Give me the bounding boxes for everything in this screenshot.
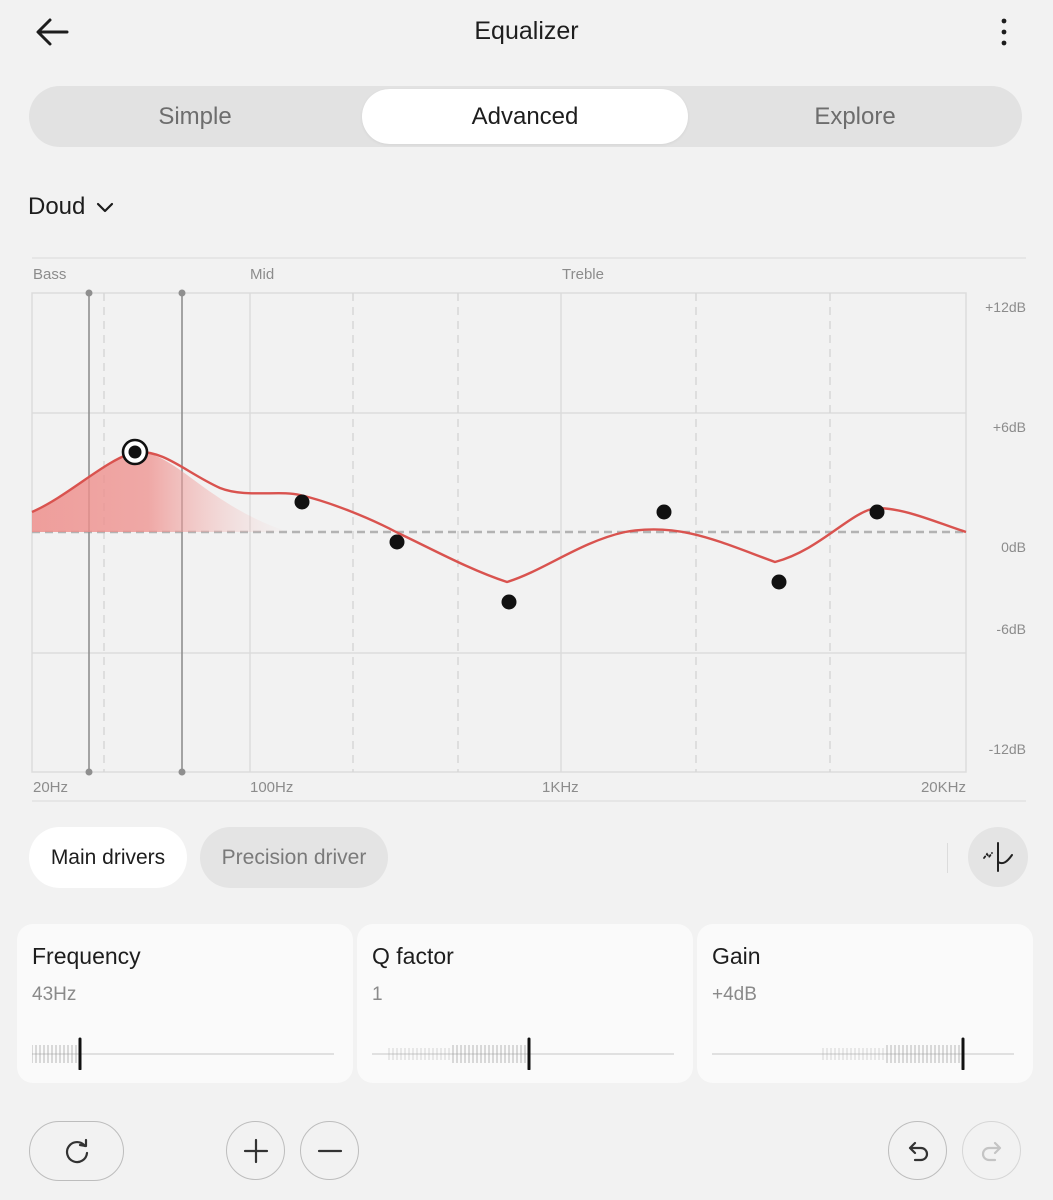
db-label-plus6: +6dB: [993, 419, 1026, 435]
eq-graph-canvas[interactable]: Bass Mid Treble +12dB +6dB 0dB -6dB -12d…: [0, 250, 1053, 810]
eq-point[interactable]: [501, 594, 517, 610]
q-factor-label: Q factor: [372, 943, 454, 969]
frequency-value: 43Hz: [32, 984, 77, 1005]
plus-icon: [243, 1138, 268, 1163]
tab-advanced[interactable]: Advanced: [362, 89, 688, 144]
eq-point[interactable]: [294, 494, 310, 510]
selected-band-fill: [32, 451, 290, 532]
reset-button[interactable]: [29, 1121, 124, 1181]
precision-driver-button[interactable]: Precision driver: [200, 827, 388, 888]
gain-slider[interactable]: [712, 1036, 1014, 1070]
bandwidth-handle-left-top[interactable]: [85, 289, 93, 297]
preset-dropdown[interactable]: Doud: [28, 190, 115, 224]
eq-point[interactable]: [389, 534, 405, 550]
freq-label-1khz: 1KHz: [542, 779, 579, 796]
redo-icon: [981, 1141, 1001, 1161]
more-vertical-icon: [1001, 18, 1007, 46]
mode-tabs: Simple Advanced Explore: [29, 86, 1022, 147]
main-drivers-button[interactable]: Main drivers: [29, 827, 187, 888]
gain-card: Gain +4dB: [697, 924, 1033, 1083]
page-title: Equalizer: [474, 17, 579, 45]
add-point-button[interactable]: [226, 1121, 285, 1180]
band-label-bass: Bass: [33, 266, 66, 283]
top-bar: Equalizer: [0, 0, 1053, 64]
arrow-left-icon: [36, 18, 69, 46]
eq-point-selected[interactable]: [121, 438, 149, 466]
bandwidth-handle-right-bottom[interactable]: [178, 768, 186, 776]
back-button[interactable]: [28, 12, 76, 52]
divider: [947, 843, 948, 873]
band-label-treble: Treble: [562, 266, 604, 283]
frequency-card: Frequency 43Hz: [17, 924, 353, 1083]
undo-button[interactable]: [888, 1121, 947, 1180]
db-label-zero: 0dB: [1001, 539, 1026, 555]
freq-label-100hz: 100Hz: [250, 779, 293, 796]
gain-label: Gain: [712, 943, 761, 969]
curve-mode-button[interactable]: [968, 827, 1028, 887]
curve-mode-icon: [983, 842, 1013, 872]
preset-name: Doud: [28, 193, 86, 220]
eq-point[interactable]: [656, 504, 672, 520]
tab-simple[interactable]: Simple: [32, 89, 358, 144]
eq-point[interactable]: [869, 504, 885, 520]
bandwidth-handle-left-bottom[interactable]: [85, 768, 93, 776]
db-label-plus12: +12dB: [985, 299, 1026, 315]
eq-graph: Bass Mid Treble +12dB +6dB 0dB -6dB -12d…: [0, 250, 1053, 810]
freq-label-20khz: 20KHz: [921, 779, 966, 796]
frequency-label: Frequency: [32, 943, 141, 969]
more-options-button[interactable]: [982, 12, 1026, 52]
chevron-down-icon: [97, 202, 114, 213]
db-label-minus12: -12dB: [989, 741, 1026, 757]
remove-point-button[interactable]: [300, 1121, 359, 1180]
bandwidth-handle-right-top[interactable]: [178, 289, 186, 297]
driver-selector: Main drivers Precision driver: [29, 827, 1029, 889]
tab-explore[interactable]: Explore: [692, 89, 1018, 144]
frequency-slider[interactable]: [32, 1036, 334, 1070]
freq-label-20hz: 20Hz: [33, 779, 68, 796]
minus-icon: [317, 1149, 342, 1152]
gain-value: +4dB: [712, 984, 757, 1005]
q-factor-card: Q factor 1: [357, 924, 693, 1083]
q-factor-slider[interactable]: [372, 1036, 674, 1070]
undo-icon: [908, 1141, 928, 1161]
redo-button[interactable]: [962, 1121, 1021, 1180]
q-factor-value: 1: [372, 984, 383, 1005]
band-label-mid: Mid: [250, 266, 274, 283]
eq-point[interactable]: [771, 574, 787, 590]
db-label-minus6: -6dB: [996, 621, 1026, 637]
reset-icon: [65, 1138, 88, 1164]
